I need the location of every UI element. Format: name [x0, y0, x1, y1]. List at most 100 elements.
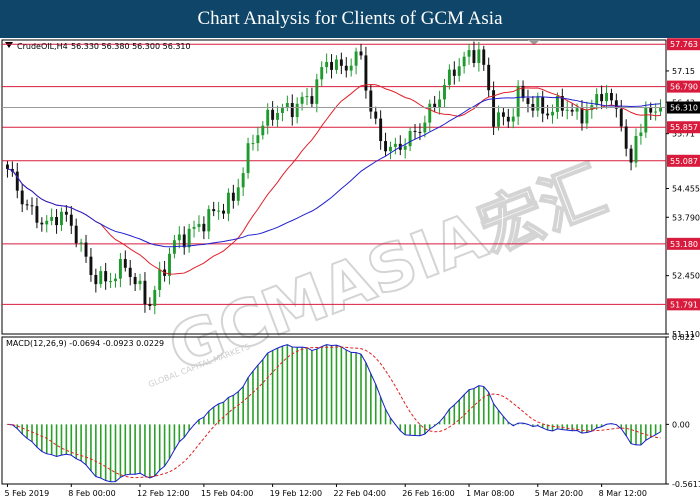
- macd-histogram-bar: [144, 424, 146, 477]
- candle-body: [226, 192, 230, 214]
- macd-histogram-bar: [237, 391, 240, 425]
- macd-histogram-bar: [227, 397, 230, 425]
- candle: [10, 161, 14, 177]
- candle-body: [447, 69, 451, 85]
- macd-histogram-bar: [26, 424, 28, 439]
- candle-body: [526, 98, 530, 104]
- candle-body: [177, 234, 181, 241]
- candle-body: [192, 226, 196, 229]
- macd-histogram-bar: [153, 424, 156, 476]
- candle: [320, 61, 324, 86]
- candle: [143, 272, 147, 313]
- candle-body: [506, 116, 510, 122]
- candle-body: [565, 109, 569, 111]
- macd-histogram-bar: [266, 353, 269, 425]
- candle-body: [300, 96, 304, 104]
- macd-histogram-bar: [109, 424, 112, 482]
- candle-body: [118, 259, 122, 279]
- time-tick-label: 5 Feb 2019: [4, 489, 49, 498]
- candle: [226, 188, 230, 222]
- candle: [379, 110, 383, 150]
- candle: [168, 247, 171, 285]
- candle-body: [570, 109, 574, 112]
- candle: [374, 106, 378, 125]
- macd-histogram-bar: [95, 424, 97, 477]
- macd-histogram-bar: [70, 424, 73, 456]
- candle: [256, 127, 260, 152]
- macd-histogram-bar: [487, 392, 490, 425]
- macd-histogram-bar: [649, 424, 652, 438]
- candle-body: [222, 210, 225, 214]
- candle: [585, 101, 589, 130]
- macd-histogram-bar: [222, 402, 225, 425]
- candle: [99, 266, 103, 288]
- candle-body: [551, 111, 554, 116]
- candle-body: [207, 209, 211, 232]
- macd-histogram-bar: [409, 424, 411, 436]
- candle: [354, 47, 358, 75]
- price-tick-label: 57.15: [672, 67, 695, 76]
- candle-body: [320, 67, 324, 80]
- macd-histogram-bar: [365, 362, 367, 425]
- candle-body: [60, 211, 63, 226]
- macd-histogram: [6, 344, 662, 482]
- macd-histogram-bar: [114, 424, 117, 482]
- candle-body: [290, 103, 294, 118]
- macd-histogram-bar: [134, 424, 136, 475]
- candle-body: [393, 143, 397, 147]
- macd-histogram-bar: [31, 424, 33, 442]
- candle: [187, 223, 191, 253]
- candle-body: [266, 109, 270, 126]
- candle-body: [128, 267, 132, 278]
- candle-body: [497, 112, 500, 127]
- candle-body: [6, 164, 9, 169]
- macd-histogram-bar: [384, 409, 387, 425]
- candle-body: [516, 85, 520, 117]
- candle: [109, 272, 113, 288]
- macd-histogram-bar: [360, 354, 362, 425]
- candle-body: [546, 113, 550, 116]
- level-value: 51.791: [670, 300, 698, 309]
- macd-histogram-bar: [261, 359, 264, 425]
- candle-body: [202, 223, 206, 232]
- candle: [30, 197, 34, 215]
- candle: [128, 260, 132, 286]
- candle: [629, 144, 633, 171]
- current-price-value: 56.310: [670, 104, 698, 113]
- candle: [624, 119, 628, 157]
- candle: [403, 138, 407, 159]
- candle: [74, 218, 78, 248]
- candle-body: [477, 49, 481, 64]
- candle-body: [231, 192, 235, 201]
- macd-label: MACD(12,26,9) -0.0694 -0.0923 0.0229: [6, 339, 164, 348]
- candle: [177, 226, 181, 249]
- candle: [335, 55, 338, 74]
- candle-body: [541, 97, 545, 114]
- macd-histogram-bar: [306, 347, 308, 425]
- candle: [457, 58, 461, 82]
- candle-body: [359, 51, 363, 56]
- candle: [521, 80, 525, 102]
- macd-histogram-bar: [581, 424, 583, 434]
- crude-oil-chart: GCMASIA宏汇 GLOBAL CAPITAL MARKETS 57.15 56…: [1, 38, 700, 498]
- page-title: Chart Analysis for Clients of GCM Asia: [0, 0, 700, 38]
- candle: [359, 43, 363, 60]
- candle: [595, 88, 599, 110]
- candle-body: [457, 66, 461, 76]
- candle-body: [330, 61, 333, 70]
- candle-body: [433, 103, 437, 108]
- macd-histogram-bar: [129, 424, 132, 475]
- candle-body: [143, 280, 147, 305]
- time-tick-label: 22 Feb 04:00: [333, 489, 385, 498]
- candle: [153, 285, 157, 315]
- time-axis: 5 Feb 2019 8 Feb 00:00 12 Feb 12:00 15 Feb …: [4, 484, 647, 498]
- candle-body: [438, 99, 442, 108]
- candle: [570, 103, 574, 116]
- candle: [511, 108, 515, 129]
- macd-histogram-bar: [158, 424, 161, 471]
- candle-body: [40, 222, 44, 225]
- macd-histogram-bar: [311, 350, 313, 425]
- candle-body: [25, 204, 29, 206]
- macd-histogram-bar: [590, 424, 593, 432]
- candle-body: [555, 95, 559, 112]
